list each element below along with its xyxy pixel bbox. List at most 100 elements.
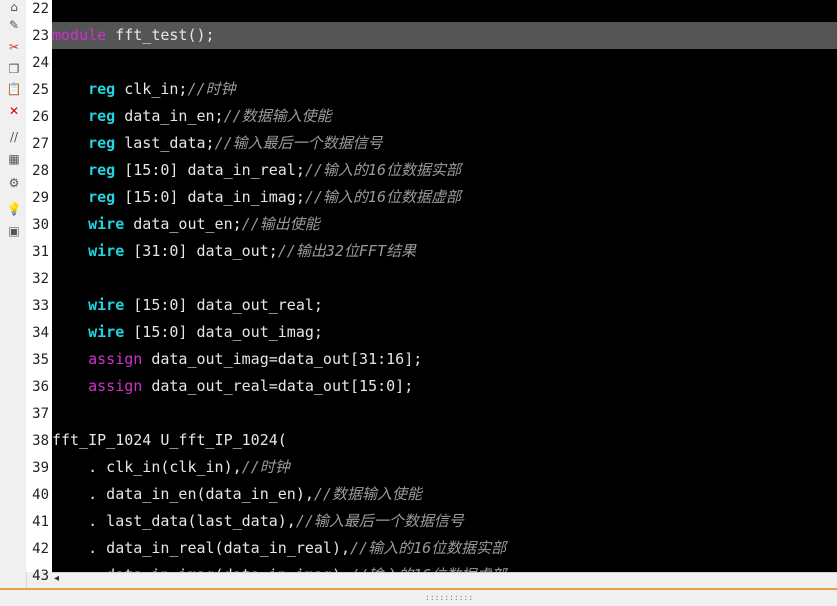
- copy-icon[interactable]: ❐: [7, 62, 21, 76]
- code-line[interactable]: wire data_out_en;//输出使能: [52, 211, 837, 238]
- line-number-gutter: 22 23 24 25 26 27 28 29 30 31 32 33 34 35 36 37 38 39 40 41…: [26, 0, 52, 584]
- line-number: 26: [32, 109, 49, 125]
- left-toolbar: ⌂ ✎ ✂ ❐ 📋 ✕ // ▦ ⚙ 💡 ▣: [0, 0, 27, 588]
- line-number: 41: [32, 514, 49, 530]
- code-text: [15:0] data_in_imag;: [115, 188, 305, 206]
- code-line[interactable]: fft_IP_1024 U_fft_IP_1024(: [52, 427, 837, 454]
- code-keyword: reg: [88, 161, 116, 179]
- code-keyword: module: [52, 26, 107, 44]
- code-text: last_data;: [115, 134, 215, 152]
- puzzle-icon[interactable]: ▣: [7, 224, 21, 238]
- code-comment: //输入的16位数据实部: [350, 539, 507, 557]
- code-keyword: reg: [88, 134, 116, 152]
- code-line[interactable]: assign data_out_real=data_out[15:0];: [52, 373, 837, 400]
- code-line[interactable]: assign data_out_imag=data_out[31:16];: [52, 346, 837, 373]
- line-number: 33: [32, 298, 49, 314]
- code-line[interactable]: reg last_data;//输入最后一个数据信号: [52, 130, 837, 157]
- code-line[interactable]: reg [15:0] data_in_real;//输入的16位数据实部: [52, 157, 837, 184]
- line-number: 32: [32, 271, 49, 287]
- code-editor[interactable]: module fft_test(); reg clk_in;//时钟 reg d…: [52, 0, 837, 572]
- comment-icon[interactable]: ✎: [7, 18, 21, 32]
- line-number: 38: [32, 433, 49, 449]
- code-line[interactable]: . data_in_real(data_in_real),//输入的16位数据实…: [52, 535, 837, 562]
- scroll-left-icon[interactable]: ◂: [54, 573, 59, 584]
- line-number: 34: [32, 325, 49, 341]
- comment-toggle-icon[interactable]: //: [7, 130, 21, 144]
- code-line[interactable]: wire [15:0] data_out_imag;: [52, 319, 837, 346]
- code-comment: //数据输入使能: [313, 485, 422, 503]
- resize-grip[interactable]: ::::::::::: [425, 593, 473, 602]
- line-number: 28: [32, 163, 49, 179]
- code-text: fft_test();: [106, 26, 215, 44]
- code-comment: //输入最后一个数据信号: [295, 512, 464, 530]
- code-keyword: assign: [88, 377, 143, 395]
- bulb-icon[interactable]: 💡: [7, 202, 22, 216]
- line-number: 22: [32, 1, 49, 17]
- code-keyword: assign: [88, 350, 143, 368]
- code-text: data_out_real=data_out[15:0];: [142, 377, 414, 395]
- code-text: clk_in;: [115, 80, 188, 98]
- code-comment: //输入最后一个数据信号: [214, 134, 383, 152]
- code-line[interactable]: . clk_in(clk_in),//时钟: [52, 454, 837, 481]
- code-text: [15:0] data_out_real;: [124, 296, 323, 314]
- code-keyword: reg: [88, 80, 116, 98]
- code-text: data_out_imag=data_out[31:16];: [142, 350, 423, 368]
- code-line[interactable]: wire [15:0] data_out_real;: [52, 292, 837, 319]
- cut-icon[interactable]: ✂: [7, 40, 21, 54]
- line-number: 29: [32, 190, 49, 206]
- code-text: data_out_en;: [124, 215, 242, 233]
- line-number: 27: [32, 136, 49, 152]
- line-number: 24: [32, 55, 49, 71]
- code-text: [31:0] data_out;: [124, 242, 278, 260]
- code-text: data_in_en;: [115, 107, 224, 125]
- code-line[interactable]: [52, 400, 837, 427]
- code-comment: //时钟: [187, 80, 236, 98]
- home-icon[interactable]: ⌂: [7, 0, 21, 14]
- code-comment: //输出使能: [241, 215, 320, 233]
- code-keyword: wire: [88, 215, 125, 233]
- code-line[interactable]: reg data_in_en;//数据输入使能: [52, 103, 837, 130]
- code-line[interactable]: [52, 0, 837, 22]
- code-line[interactable]: [52, 265, 837, 292]
- code-text: . data_in_real(data_in_real),: [52, 539, 351, 557]
- code-line[interactable]: . data_in_en(data_in_en),//数据输入使能: [52, 481, 837, 508]
- code-line[interactable]: reg [15:0] data_in_imag;//输入的16位数据虚部: [52, 184, 837, 211]
- line-number: 42: [32, 541, 49, 557]
- delete-icon[interactable]: ✕: [7, 104, 21, 118]
- code-comment: //输出32位FFT结果: [277, 242, 416, 260]
- line-number: 39: [32, 460, 49, 476]
- code-keyword: reg: [88, 107, 116, 125]
- status-bar: ::::::::::: [0, 588, 837, 606]
- code-line[interactable]: module fft_test();: [52, 22, 837, 49]
- code-line[interactable]: reg clk_in;//时钟: [52, 76, 837, 103]
- horizontal-scrollbar[interactable]: ◂: [52, 572, 837, 587]
- settings-icon[interactable]: ⚙: [7, 176, 21, 190]
- line-number: 43: [32, 568, 49, 584]
- line-number: 25: [32, 82, 49, 98]
- line-number: 31: [32, 244, 49, 260]
- line-number: 30: [32, 217, 49, 233]
- code-keyword: reg: [88, 188, 116, 206]
- line-number: 36: [32, 379, 49, 395]
- code-comment: //时钟: [241, 458, 290, 476]
- code-comment: //数据输入使能: [223, 107, 332, 125]
- line-number: 35: [32, 352, 49, 368]
- code-comment: //输入的16位数据实部: [304, 161, 461, 179]
- code-keyword: wire: [88, 323, 125, 341]
- code-line[interactable]: . last_data(last_data),//输入最后一个数据信号: [52, 508, 837, 535]
- code-line[interactable]: [52, 49, 837, 76]
- block-icon[interactable]: ▦: [7, 152, 21, 166]
- code-text: . data_in_en(data_in_en),: [52, 485, 314, 503]
- code-line[interactable]: wire [31:0] data_out;//输出32位FFT结果: [52, 238, 837, 265]
- paste-icon[interactable]: 📋: [7, 82, 22, 96]
- code-line[interactable]: . data_in_imag(data_in_imag),//输入的16位数据虚…: [52, 562, 837, 572]
